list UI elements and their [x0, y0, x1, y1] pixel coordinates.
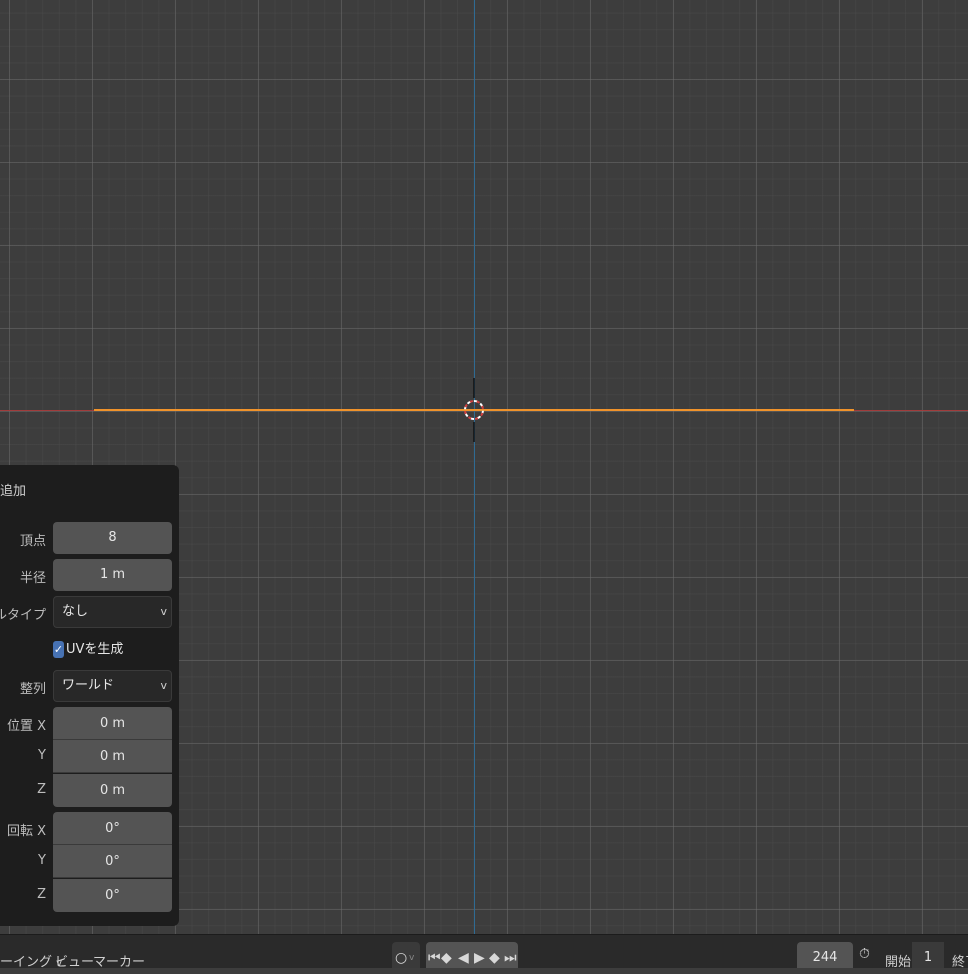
fill-type-value: なし — [62, 604, 89, 619]
start-frame-label: 開始 — [885, 955, 912, 970]
generate-uvs-label[interactable]: UVを生成 — [66, 641, 123, 658]
stopwatch-icon[interactable]: ⏱ — [859, 944, 870, 964]
play-icon[interactable]: ▶ — [474, 948, 485, 968]
view-menu[interactable]: ビュー — [55, 951, 94, 970]
location-x-field[interactable]: 0 m — [53, 707, 172, 740]
location-x-label: 位置 X — [6, 719, 46, 734]
rotation-x-field[interactable]: 0° — [53, 812, 172, 845]
rotation-y-label: Y — [38, 853, 46, 868]
align-value: ワールド — [62, 678, 115, 693]
record-icon: ○ — [395, 950, 408, 966]
x-axis-line-left — [0, 410, 94, 411]
align-label: 整列 — [19, 682, 46, 697]
y-axis-line — [474, 0, 475, 934]
play-reverse-icon[interactable]: ◀ — [458, 948, 469, 968]
start-frame-field[interactable]: 1 — [912, 942, 944, 968]
rotation-z-field[interactable]: 0° — [53, 879, 172, 912]
vertices-field[interactable]: 8 — [53, 522, 172, 554]
jump-to-next-keyframe-icon[interactable]: ◆ — [489, 948, 500, 968]
playback-menu[interactable]: ーイング v — [0, 951, 62, 970]
rotation-x-label: 回転 X — [6, 824, 46, 839]
3d-cursor-icon[interactable] — [458, 378, 490, 442]
current-frame-field[interactable]: 244 — [797, 942, 853, 968]
radius-field[interactable]: 1 m — [53, 559, 172, 591]
location-z-field[interactable]: 0 m — [53, 774, 172, 807]
rotation-y-field[interactable]: 0° — [53, 845, 172, 878]
chevron-down-icon: v — [160, 605, 167, 618]
x-axis-line-right — [854, 410, 968, 411]
fill-type-dropdown[interactable]: なし v — [53, 596, 172, 628]
generate-uvs-checkbox[interactable]: ✓ — [53, 641, 64, 658]
radius-label: 半径 — [19, 571, 46, 586]
operator-panel-title[interactable]: 追加 — [0, 480, 26, 499]
marker-menu[interactable]: マーカー — [93, 951, 145, 970]
rotation-z-label: Z — [37, 887, 46, 902]
location-y-label: Y — [38, 748, 46, 763]
fill-type-label: フィルタイプ — [0, 608, 46, 623]
location-z-label: Z — [37, 782, 46, 797]
location-y-field[interactable]: 0 m — [53, 740, 172, 773]
chevron-down-icon: v — [409, 953, 415, 963]
align-dropdown[interactable]: ワールド v — [53, 670, 172, 702]
chevron-down-icon: v — [160, 679, 167, 692]
jump-to-start-icon[interactable]: ⏮ — [428, 948, 441, 968]
jump-to-end-icon[interactable]: ⏭ — [504, 948, 517, 968]
jump-to-prev-keyframe-icon[interactable]: ◆ — [441, 948, 452, 968]
vertices-label: 頂点 — [19, 534, 46, 549]
end-frame-label: 終了 — [952, 955, 968, 970]
